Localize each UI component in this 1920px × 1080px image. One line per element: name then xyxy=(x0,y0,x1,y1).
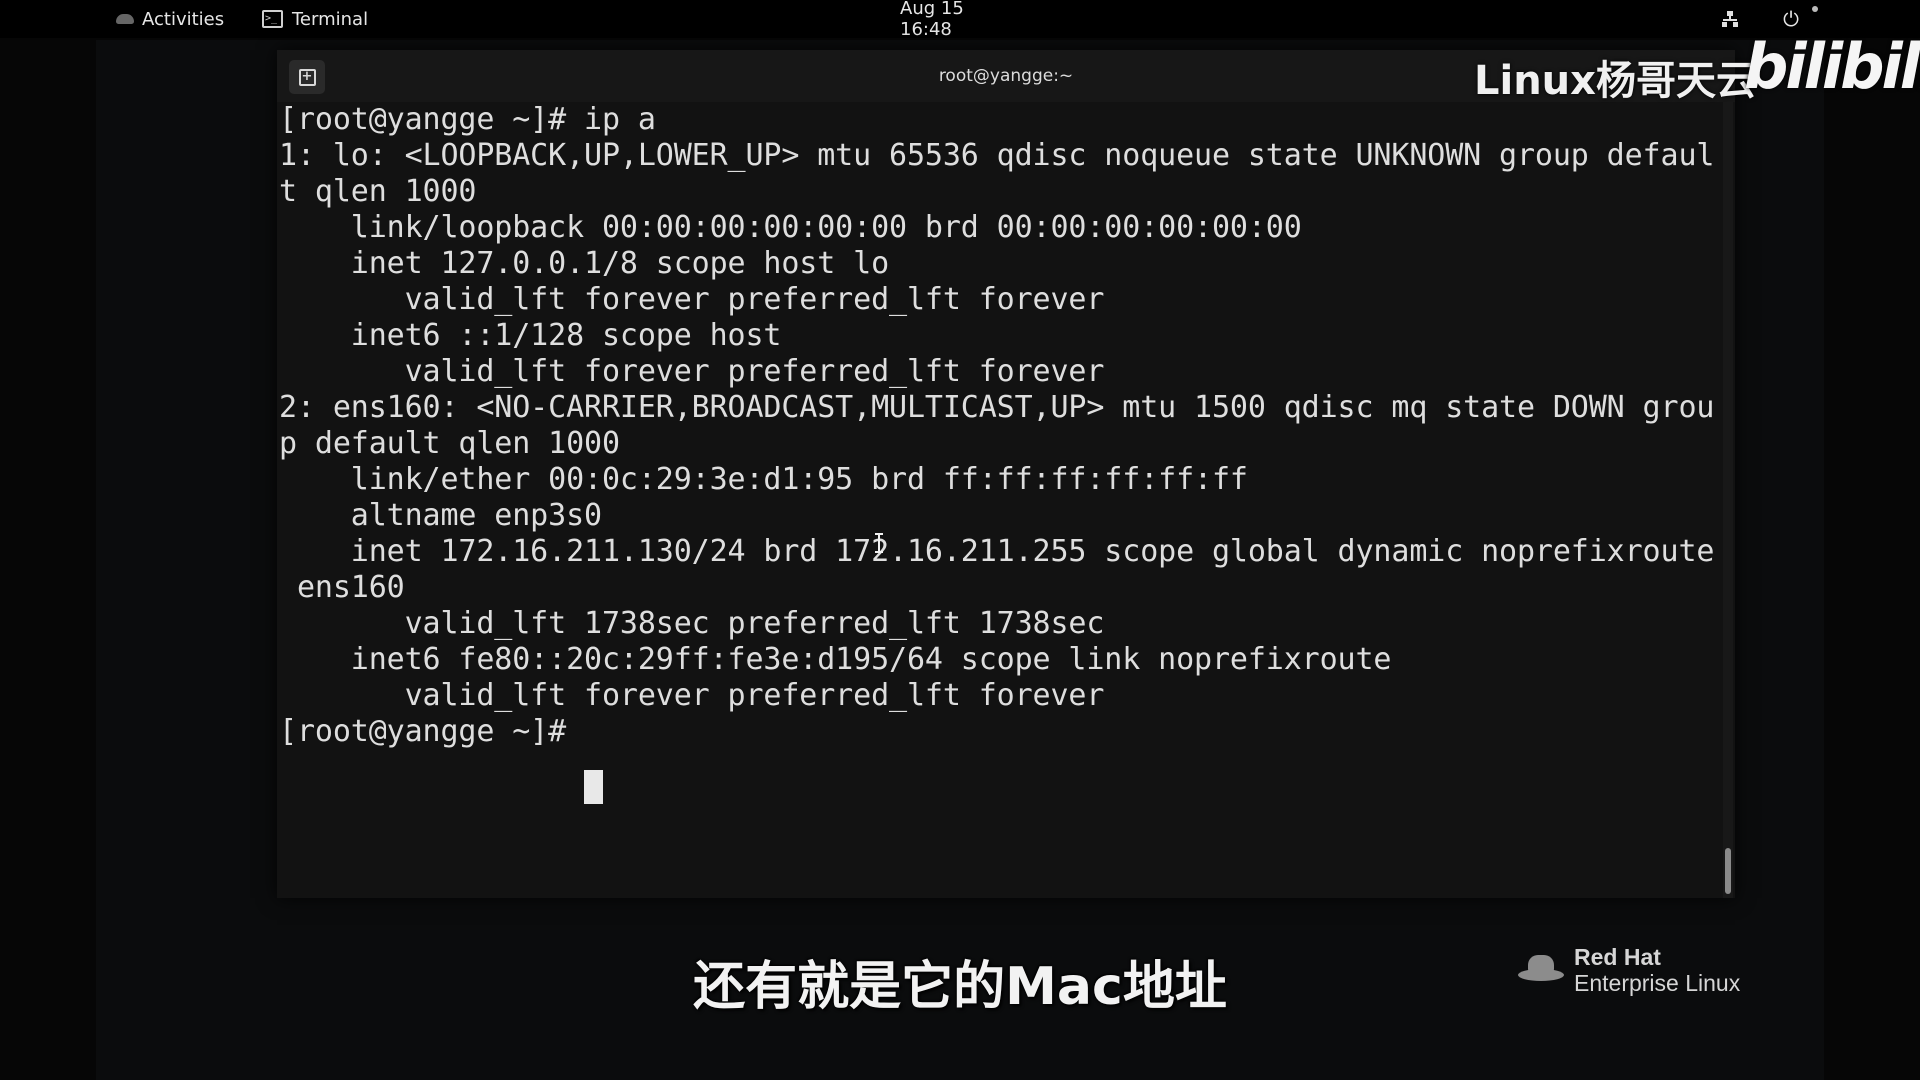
app-menu-terminal[interactable]: >_ Terminal xyxy=(262,0,368,38)
redhat-hat-icon xyxy=(1518,955,1564,985)
top-bar: Activities >_ Terminal Aug 15 16:48 ⏻ xyxy=(0,0,1920,40)
bilibili-logo: bilibili xyxy=(1744,30,1920,103)
redhat-enterprise-linux-logo: Red Hat Enterprise Linux xyxy=(1518,944,1740,996)
network-icon[interactable] xyxy=(1720,0,1740,38)
mouse-ibeam-cursor-icon xyxy=(875,533,883,553)
clock[interactable]: Aug 15 16:48 xyxy=(900,0,1020,40)
app-menu-label: Terminal xyxy=(292,8,369,30)
activities-label: Activities xyxy=(142,8,225,30)
terminal-icon: >_ xyxy=(262,10,283,28)
terminal-window[interactable]: + root@yangge:~ [root@yangge ~]# ip a 1:… xyxy=(277,50,1735,898)
redhat-logo-text: Red Hat Enterprise Linux xyxy=(1574,944,1740,996)
redhat-logo-line2: Enterprise Linux xyxy=(1574,970,1741,996)
activities-button[interactable]: Activities xyxy=(116,0,224,38)
redhat-logo-line1: Red Hat xyxy=(1574,944,1661,970)
scrollbar-thumb[interactable] xyxy=(1725,848,1731,894)
redhat-icon xyxy=(116,14,134,24)
terminal-output[interactable]: [root@yangge ~]# ip a 1: lo: <LOOPBACK,U… xyxy=(279,102,1714,750)
channel-watermark: Linux杨哥天云 xyxy=(1474,58,1756,104)
text-cursor xyxy=(584,770,603,804)
screen: Activities >_ Terminal Aug 15 16:48 ⏻ + … xyxy=(0,0,1920,1080)
status-indicator-dot xyxy=(1812,6,1818,12)
terminal-scrollbar[interactable] xyxy=(1723,102,1733,898)
